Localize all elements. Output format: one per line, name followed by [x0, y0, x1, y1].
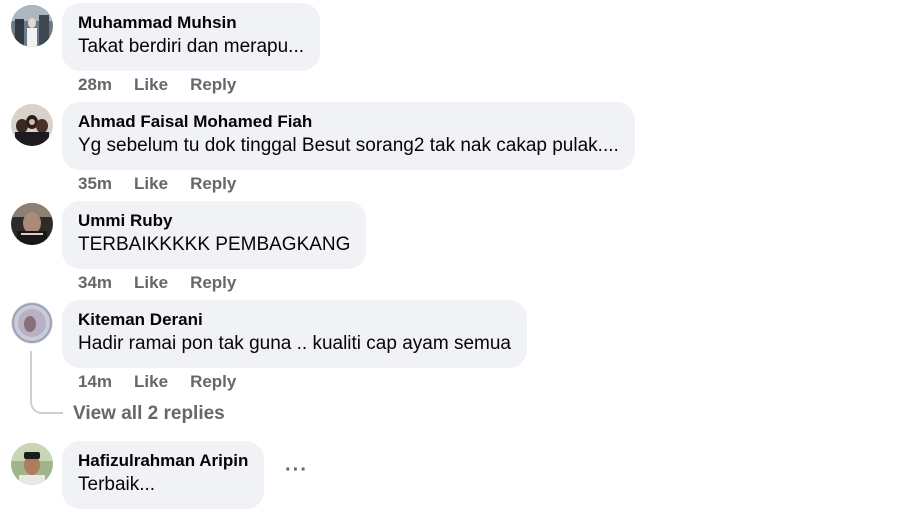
comment-timestamp[interactable]: 35m	[78, 174, 112, 194]
comment-text: Yg sebelum tu dok tinggal Besut sorang2 …	[78, 135, 619, 156]
avatar-muhammad-muhsin[interactable]	[11, 5, 53, 47]
comments-section: Muhammad Muhsin Takat berdiri dan merapu…	[0, 0, 906, 512]
reply-button[interactable]: Reply	[190, 372, 236, 392]
comment-actions: 14m Like Reply	[78, 372, 236, 392]
comment-timestamp[interactable]: 34m	[78, 273, 112, 293]
avatar-kiteman-derani[interactable]	[11, 302, 53, 344]
comment-author[interactable]: Muhammad Muhsin	[78, 13, 304, 33]
comment-author[interactable]: Hafizulrahman Aripin	[78, 451, 248, 471]
comment-text: Takat berdiri dan merapu...	[78, 36, 305, 57]
comment-author[interactable]: Ahmad Faisal Mohamed Fiah	[78, 112, 619, 132]
reply-button[interactable]: Reply	[190, 273, 236, 293]
like-button[interactable]: Like	[134, 372, 168, 392]
comment-bubble: Ummi Ruby TERBAIKKKKK PEMBAGKANG	[62, 201, 367, 269]
comment-bubble: Ahmad Faisal Mohamed Fiah Yg sebelum tu …	[62, 102, 635, 170]
avatar-ahmad-faisal[interactable]	[11, 104, 53, 146]
comment-timestamp[interactable]: 28m	[78, 75, 112, 95]
reply-thread-connector	[30, 351, 63, 414]
comment-author[interactable]: Ummi Ruby	[78, 211, 350, 231]
comment-author[interactable]: Kiteman Derani	[78, 310, 511, 330]
comment-bubble: Kiteman Derani Hadir ramai pon tak guna …	[62, 300, 527, 368]
like-button[interactable]: Like	[134, 174, 168, 194]
like-button[interactable]: Like	[134, 273, 168, 293]
like-button[interactable]: Like	[134, 75, 168, 95]
reply-button[interactable]: Reply	[190, 75, 236, 95]
view-replies-link[interactable]: View all 2 replies	[73, 403, 225, 425]
comment-text: Hadir ramai pon tak guna .. kualiti cap …	[78, 333, 511, 354]
reply-button[interactable]: Reply	[190, 174, 236, 194]
comment-timestamp[interactable]: 14m	[78, 372, 112, 392]
comment-actions: 35m Like Reply	[78, 174, 236, 194]
comment-text: Terbaik...	[78, 474, 156, 495]
comment-actions: 34m Like Reply	[78, 273, 236, 293]
comment-actions: 28m Like Reply	[78, 75, 236, 95]
more-options-icon[interactable]: ···	[285, 460, 308, 480]
comment-bubble: Muhammad Muhsin Takat berdiri dan merapu…	[62, 3, 321, 71]
comment-text: TERBAIKKKKK PEMBAGKANG	[78, 234, 351, 255]
avatar-ummi-ruby[interactable]	[11, 203, 53, 245]
avatar-hafizulrahman-aripin[interactable]	[11, 443, 53, 485]
comment-bubble: Hafizulrahman Aripin Terbaik...	[62, 441, 265, 509]
